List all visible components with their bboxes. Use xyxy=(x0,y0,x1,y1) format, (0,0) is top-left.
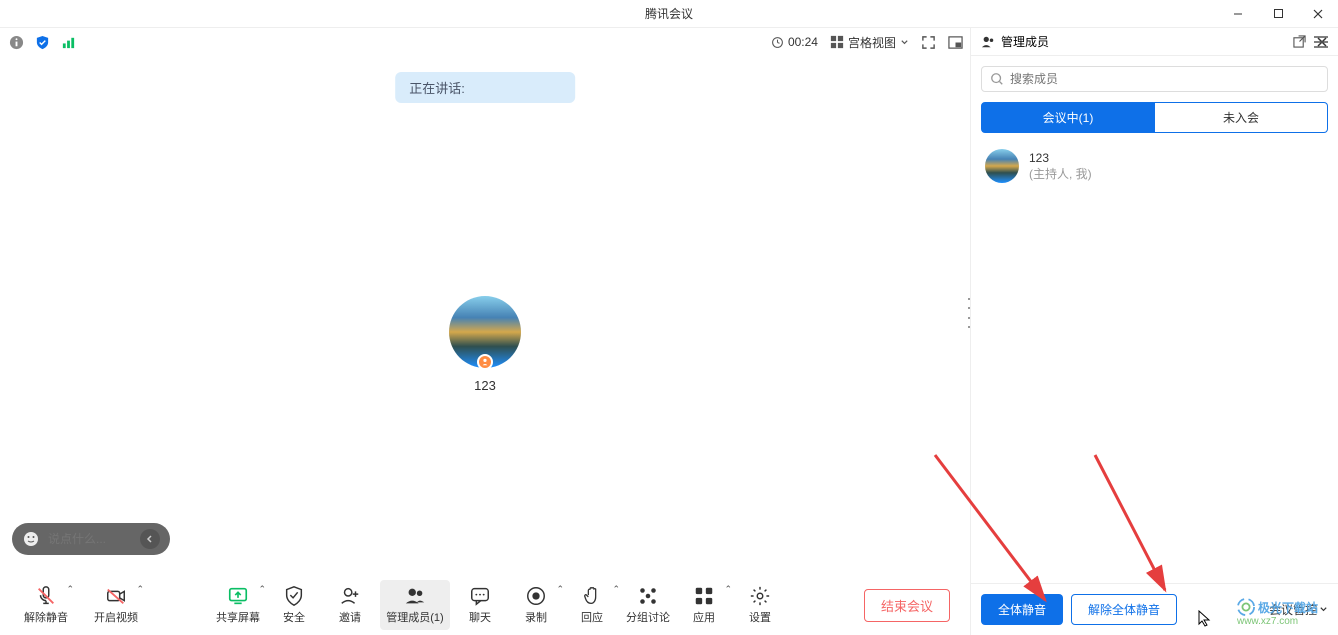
video-button[interactable]: 开启视频 ⌃ xyxy=(90,580,142,630)
panel-footer: 全体静音 解除全体静音 会议管控 xyxy=(971,583,1338,635)
title-bar: 腾讯会议 xyxy=(0,0,1338,28)
search-box[interactable] xyxy=(981,66,1328,92)
info-icon[interactable] xyxy=(8,34,24,50)
unmute-button[interactable]: 解除静音 ⌃ xyxy=(20,580,72,630)
menu-icon[interactable] xyxy=(1314,36,1328,48)
chat-input[interactable] xyxy=(48,532,128,546)
fullscreen-icon[interactable] xyxy=(921,35,936,50)
view-mode-button[interactable]: 宫格视图 xyxy=(830,34,909,51)
chat-pill[interactable] xyxy=(12,523,170,555)
chevron-up-icon[interactable]: ⌃ xyxy=(66,584,74,595)
emoji-icon[interactable] xyxy=(22,530,40,548)
drag-handle[interactable] xyxy=(968,298,972,328)
host-badge-icon xyxy=(477,354,493,370)
chat-button[interactable]: 聊天 xyxy=(454,580,506,630)
share-screen-button[interactable]: 共享屏幕 ⌃ xyxy=(212,580,264,630)
chevron-up-icon[interactable]: ⌃ xyxy=(724,584,732,595)
security-button[interactable]: 安全 xyxy=(268,580,320,630)
shield-icon[interactable] xyxy=(34,34,50,50)
breakout-button[interactable]: 分组讨论 xyxy=(622,580,674,630)
panel-header: 管理成员 xyxy=(971,28,1338,56)
meeting-control-button[interactable]: 会议管控 xyxy=(1269,601,1328,618)
chevron-up-icon[interactable]: ⌃ xyxy=(612,584,620,595)
collapse-chat-icon[interactable] xyxy=(140,529,160,549)
unmute-all-button[interactable]: 解除全体静音 xyxy=(1071,594,1177,625)
close-button[interactable] xyxy=(1298,0,1338,28)
invite-button[interactable]: 邀请 xyxy=(324,580,376,630)
members-button[interactable]: 管理成员(1) xyxy=(380,580,450,630)
pip-icon[interactable] xyxy=(948,35,963,50)
member-row[interactable]: 123 (主持人, 我) xyxy=(981,143,1328,189)
record-button[interactable]: 录制 ⌃ xyxy=(510,580,562,630)
tab-in-meeting[interactable]: 会议中(1) xyxy=(981,102,1155,133)
reaction-button[interactable]: 回应 ⌃ xyxy=(566,580,618,630)
window-controls xyxy=(1218,0,1338,28)
mute-all-button[interactable]: 全体静音 xyxy=(981,594,1063,625)
participant-tile[interactable]: 123 xyxy=(449,296,521,393)
maximize-button[interactable] xyxy=(1258,0,1298,28)
chevron-down-icon xyxy=(900,38,909,47)
chevron-down-icon xyxy=(1319,605,1328,614)
signal-icon[interactable] xyxy=(60,34,76,50)
speaking-banner: 正在讲话: xyxy=(395,72,575,103)
member-name: 123 xyxy=(1029,150,1092,166)
chevron-up-icon[interactable]: ⌃ xyxy=(258,584,266,595)
settings-button[interactable]: 设置 xyxy=(734,580,786,630)
cursor-icon xyxy=(1198,610,1212,628)
member-list: 123 (主持人, 我) xyxy=(971,133,1338,583)
chevron-up-icon[interactable]: ⌃ xyxy=(136,584,144,595)
panel-title: 管理成员 xyxy=(1001,33,1049,50)
popout-icon[interactable] xyxy=(1293,35,1306,48)
panel-tabs: 会议中(1) 未入会 xyxy=(981,102,1328,133)
meeting-timer: 00:24 xyxy=(771,35,818,49)
main-video-area: 正在讲话: 123 xyxy=(0,56,970,575)
search-input[interactable] xyxy=(1010,72,1319,86)
search-icon xyxy=(990,72,1004,86)
bottom-toolbar: 解除静音 ⌃ 开启视频 ⌃ 共享屏幕 ⌃ 安全 xyxy=(0,575,970,635)
members-icon xyxy=(981,35,995,49)
chevron-up-icon[interactable]: ⌃ xyxy=(556,584,564,595)
avatar xyxy=(449,296,521,368)
member-avatar xyxy=(985,149,1019,183)
tab-not-joined[interactable]: 未入会 xyxy=(1155,102,1328,133)
minimize-button[interactable] xyxy=(1218,0,1258,28)
member-role: (主持人, 我) xyxy=(1029,166,1092,182)
window-title: 腾讯会议 xyxy=(645,5,693,22)
members-panel: 管理成员 会议中(1) 未入会 123 (主持人, 我) 全体静音 解除全体静音 xyxy=(970,28,1338,635)
participant-name: 123 xyxy=(449,378,521,393)
end-meeting-button[interactable]: 结束会议 xyxy=(864,589,950,622)
apps-button[interactable]: 应用 ⌃ xyxy=(678,580,730,630)
